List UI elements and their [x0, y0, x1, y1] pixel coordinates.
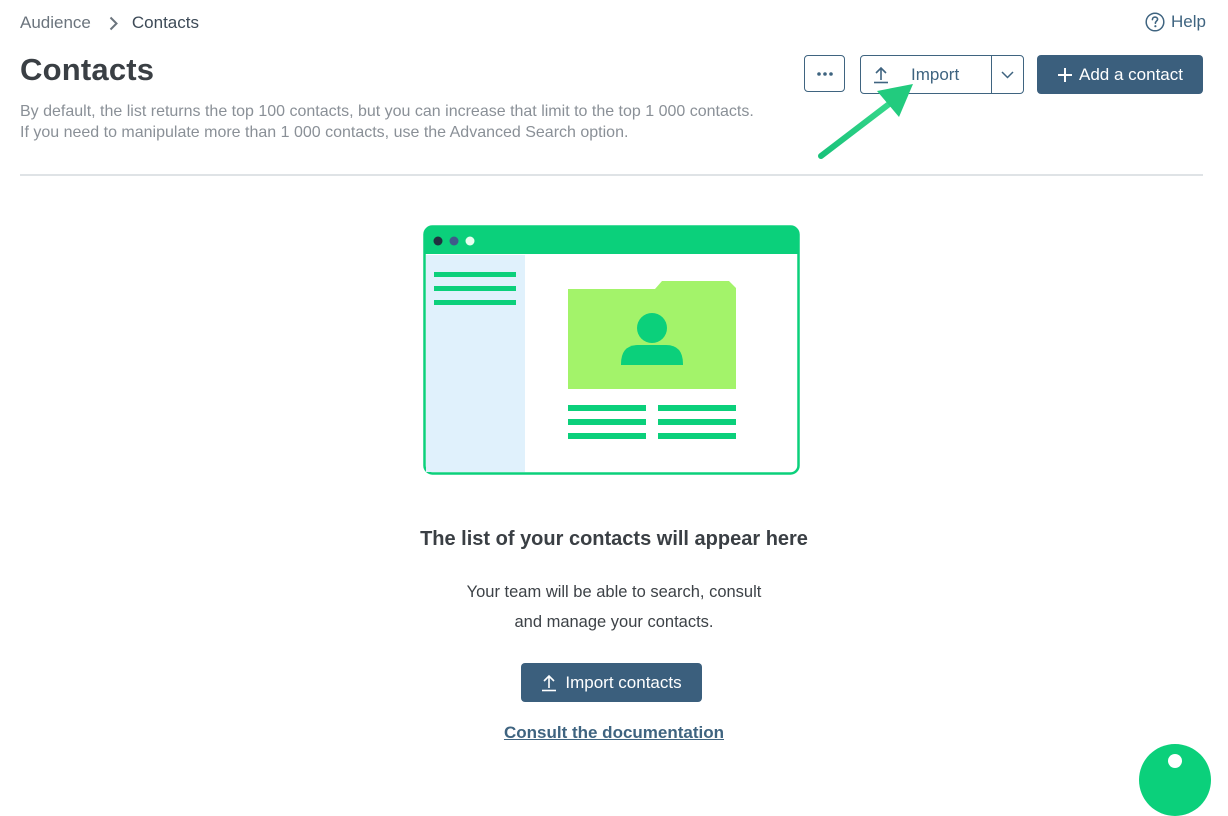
contacts-empty-illustration — [423, 225, 800, 475]
breadcrumb: Audience Contacts — [20, 13, 199, 33]
plus-icon — [1057, 67, 1073, 83]
more-dots-icon — [816, 71, 833, 76]
page-description: By default, the list returns the top 100… — [20, 103, 754, 141]
import-split-button: Import — [860, 55, 1024, 94]
import-contacts-button[interactable]: Import contacts — [521, 663, 702, 702]
import-contacts-label: Import contacts — [565, 672, 682, 692]
chat-widget-button[interactable] — [1139, 744, 1211, 816]
help-label: Help — [1171, 12, 1206, 31]
chat-icon — [1168, 754, 1182, 768]
consult-documentation-link[interactable]: Consult the documentation — [0, 723, 1228, 743]
empty-state-text: Your team will be able to search, consul… — [0, 577, 1228, 637]
header-divider — [20, 174, 1203, 176]
add-contact-label: Add a contact — [1079, 64, 1183, 84]
chevron-down-icon — [1001, 70, 1014, 79]
import-dropdown-button[interactable] — [991, 56, 1023, 93]
import-button[interactable]: Import — [861, 56, 991, 93]
empty-state-text-line1: Your team will be able to search, consul… — [466, 583, 762, 601]
page-title: Contacts — [20, 52, 155, 87]
add-contact-button[interactable]: Add a contact — [1037, 55, 1203, 94]
question-circle-icon — [1145, 12, 1165, 32]
help-link[interactable]: Help — [1145, 12, 1206, 32]
breadcrumb-audience-link[interactable]: Audience — [20, 13, 91, 33]
upload-icon — [541, 674, 557, 692]
empty-state-text-line2: and manage your contacts. — [514, 613, 714, 631]
empty-state-title: The list of your contacts will appear he… — [420, 528, 808, 550]
chevron-right-icon — [109, 16, 118, 31]
more-options-button[interactable] — [804, 55, 845, 92]
upload-icon — [873, 66, 889, 84]
import-button-label: Import — [911, 64, 960, 84]
breadcrumb-current: Contacts — [131, 13, 199, 32]
